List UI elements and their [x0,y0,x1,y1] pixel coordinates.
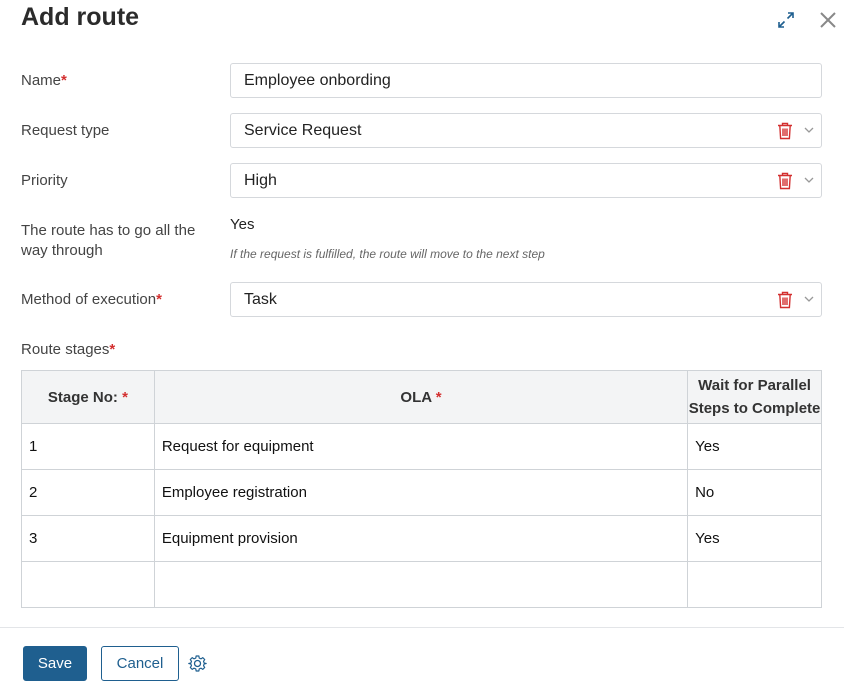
gear-icon[interactable] [188,654,207,673]
priority-select[interactable]: High [230,163,822,198]
column-header-stage-no[interactable]: Stage No: * [21,370,155,424]
trash-icon[interactable] [777,291,793,309]
stages-table: Stage No: * OLA * Wait for Parallel Step… [21,370,822,608]
expand-icon[interactable] [776,10,796,30]
header-text: OLA [400,388,432,406]
stage-no-cell[interactable] [21,561,155,608]
cancel-button[interactable]: Cancel [101,646,179,681]
wait-parallel-cell: No [687,469,822,516]
column-header-ola[interactable]: OLA * [153,370,689,424]
required-mark: * [156,291,162,308]
priority-label: Priority [21,172,68,189]
method-label: Method of execution* [21,290,162,310]
request-type-select[interactable]: Service Request [230,113,822,148]
required-mark: * [109,341,116,358]
go-through-label: The route has to go all the way through [21,222,196,259]
wait-parallel-cell: Yes [687,423,822,470]
wait-parallel-cell[interactable] [687,561,822,608]
route-stages-label: Route stages* [21,340,115,360]
table-header-row: Stage No: * OLA * Wait for Parallel Step… [21,370,822,424]
chevron-down-icon[interactable] [803,124,815,136]
ola-cell: Equipment provision [153,515,689,562]
required-mark: * [435,388,442,406]
name-input[interactable]: Employee onbording [230,63,822,98]
required-mark: * [61,72,67,89]
wait-parallel-cell: Yes [687,515,822,562]
request-type-value: Service Request [244,122,362,139]
header-text: Stage No: [47,388,118,406]
method-select[interactable]: Task [230,282,822,317]
route-stages-label-text: Route stages [21,341,110,358]
table-row[interactable]: 1 Request for equipment Yes [21,423,822,470]
chevron-down-icon[interactable] [803,174,815,186]
close-icon[interactable] [818,10,838,30]
dialog-title: Add route [21,3,140,31]
method-value: Task [244,291,277,308]
ola-cell: Request for equipment [153,423,689,470]
trash-icon[interactable] [777,172,793,190]
trash-icon[interactable] [777,122,793,140]
footer-divider [0,627,844,628]
table-row[interactable]: 3 Equipment provision Yes [21,515,822,562]
method-label-text: Method of execution [21,291,157,308]
name-label-text: Name [21,72,62,89]
ola-cell[interactable] [153,561,689,608]
column-header-wait-parallel[interactable]: Wait for Parallel Steps to Complete [687,370,822,424]
stage-no-cell: 1 [21,423,155,470]
ola-cell: Employee registration [153,469,689,516]
name-value: Employee onbording [244,72,391,89]
request-type-label: Request type [21,122,110,139]
header-text: Wait for Parallel Steps to Complete [688,377,821,417]
go-through-hint: If the request is fulfilled, the route w… [230,247,545,261]
stage-no-cell: 2 [21,469,155,516]
table-row[interactable]: 2 Employee registration No [21,469,822,516]
priority-value: High [244,172,277,189]
chevron-down-icon[interactable] [803,293,815,305]
table-row-empty[interactable] [21,561,822,608]
go-through-value: Yes [230,216,255,233]
required-mark: * [122,388,128,406]
name-label: Name* [21,71,67,91]
stage-no-cell: 3 [21,515,155,562]
save-button[interactable]: Save [23,646,87,681]
